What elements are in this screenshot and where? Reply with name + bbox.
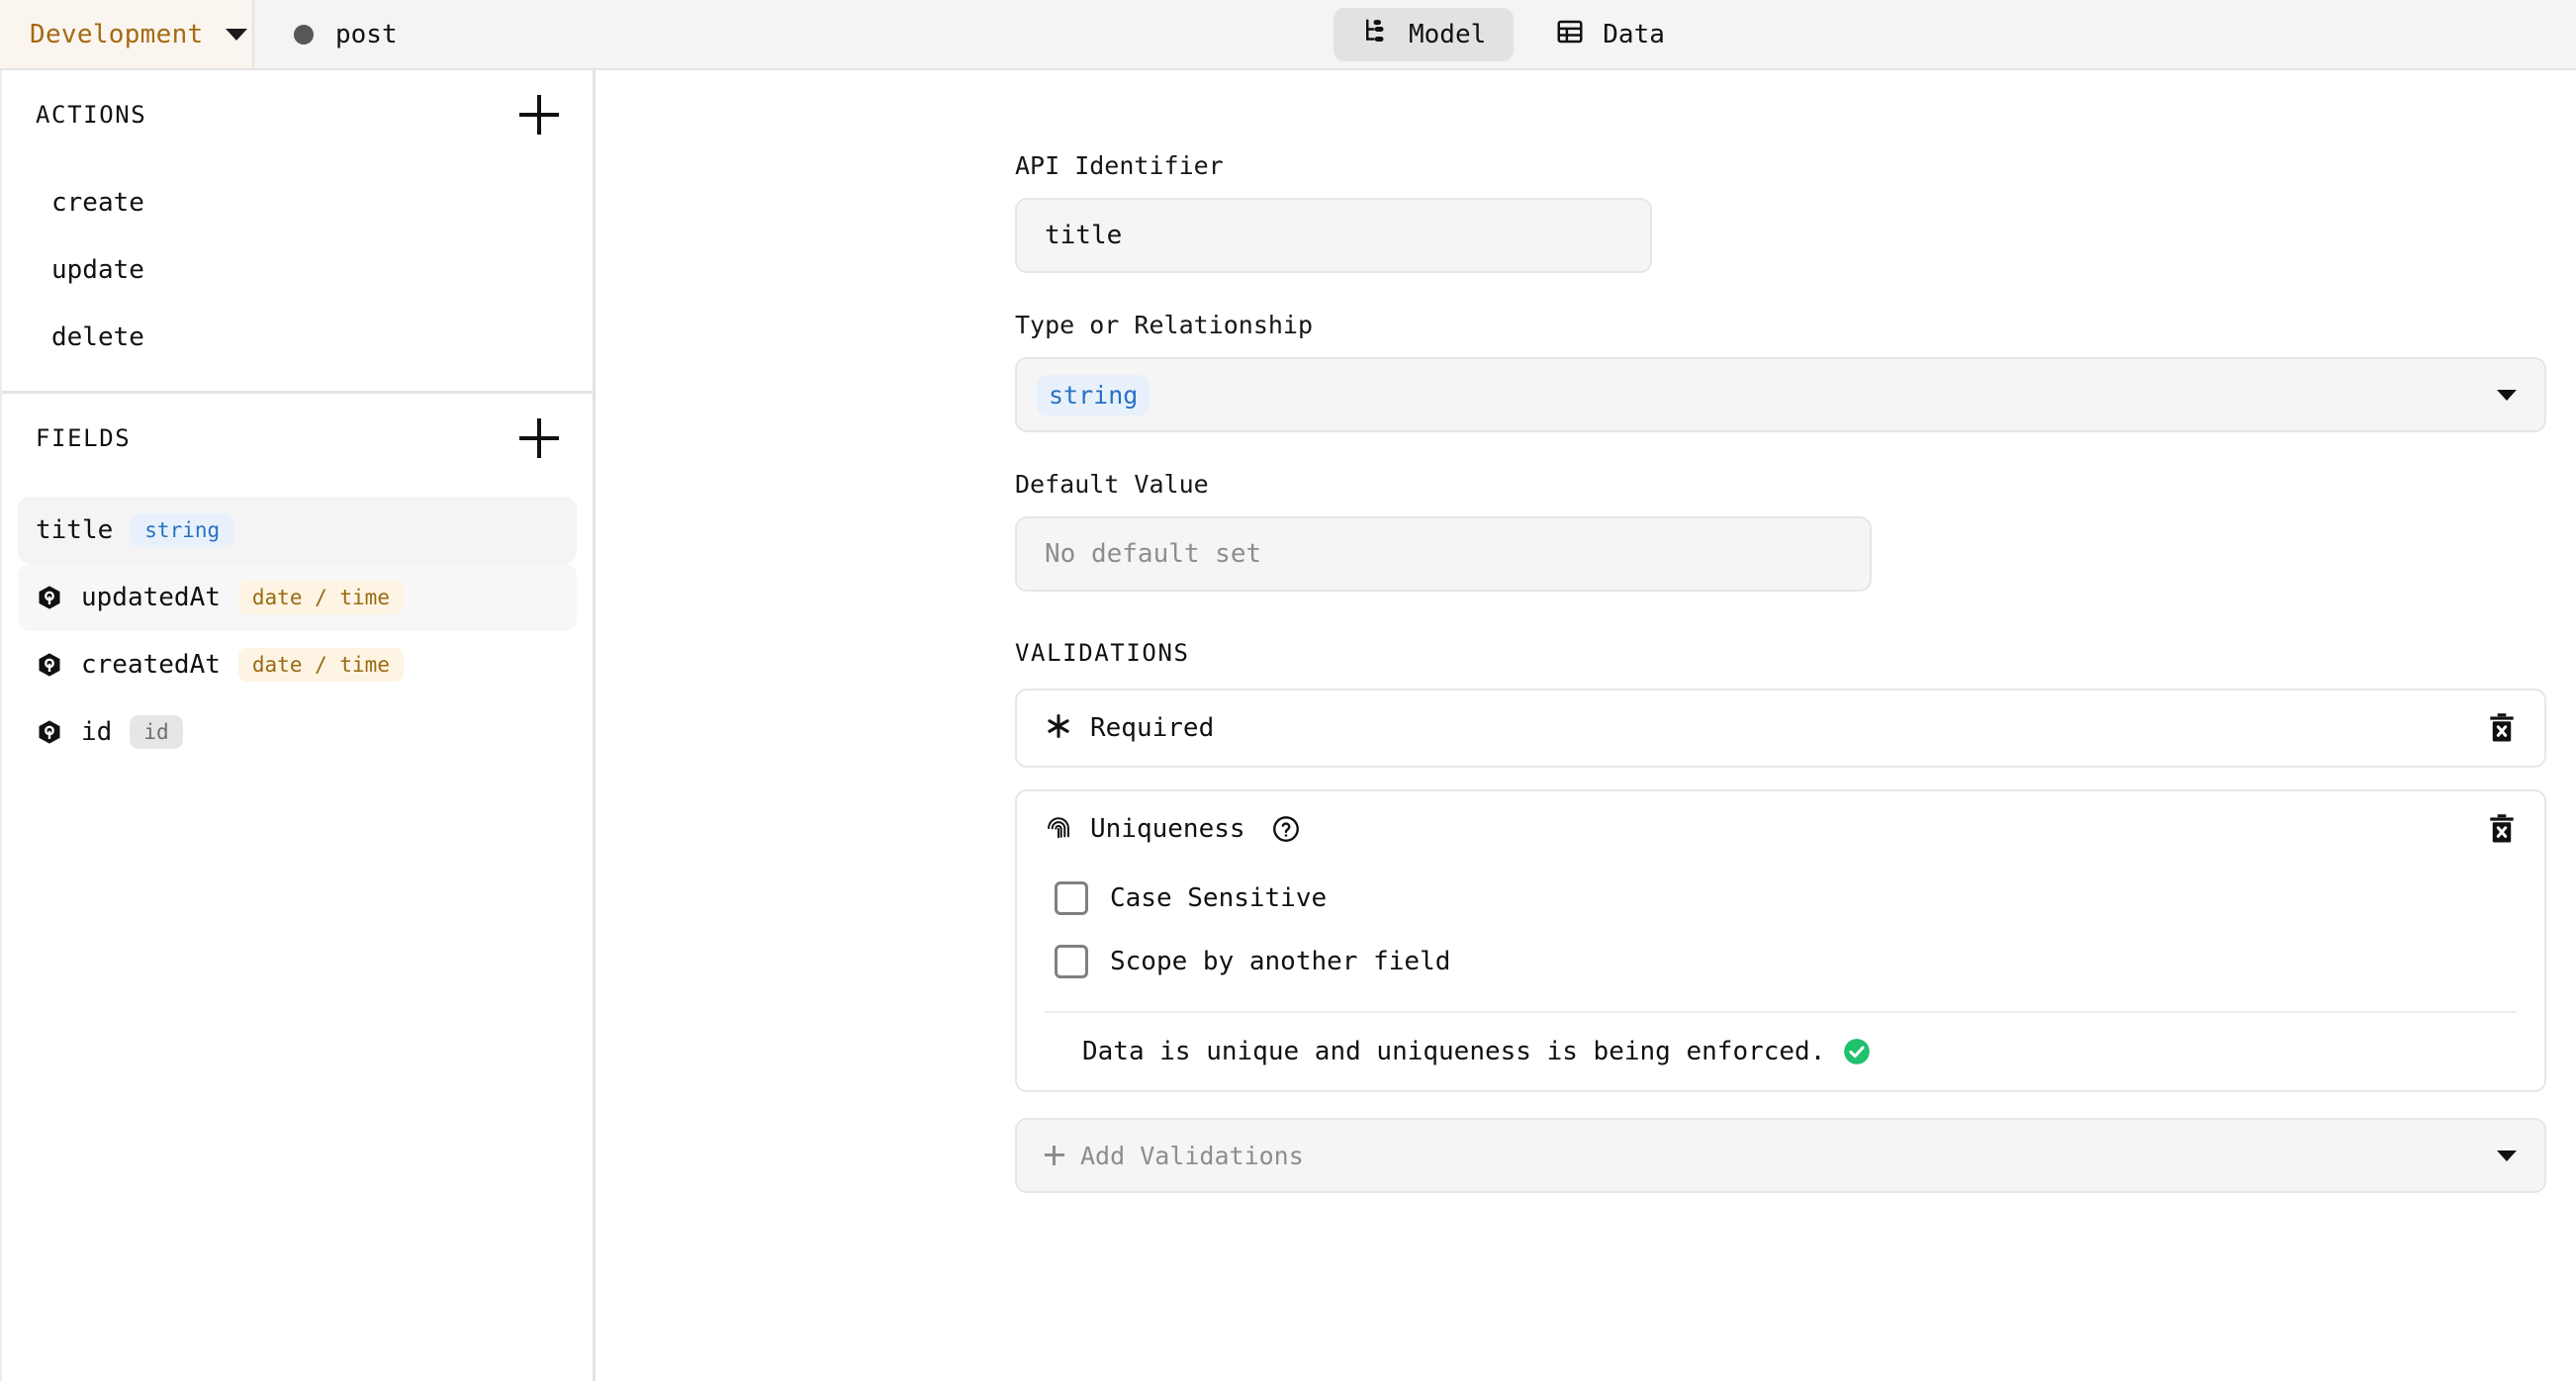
status-dot-icon	[294, 24, 314, 45]
action-item-update[interactable]: update	[18, 236, 577, 304]
app-root: Development post Model Data ACTIONS crea…	[0, 0, 2576, 1381]
model-name-label: post	[335, 19, 398, 49]
field-item-updatedAt[interactable]: updatedAt date / time	[18, 564, 577, 631]
api-identifier-label: API Identifier	[1015, 151, 1224, 180]
validation-required-header: Required	[1017, 690, 2544, 766]
hierarchy-icon	[1361, 17, 1391, 53]
validation-uniqueness-label: Uniqueness	[1090, 814, 1245, 844]
add-validations-label: Add Validations	[1080, 1141, 1304, 1170]
environment-selector[interactable]: Development	[0, 0, 254, 68]
add-action-button[interactable]	[519, 95, 559, 135]
view-tabs: Model Data	[1334, 8, 1693, 61]
checkbox-scope-by-another-field[interactable]	[1055, 945, 1088, 978]
default-value-placeholder: No default set	[1045, 539, 1262, 569]
checkbox-case-sensitive-label: Case Sensitive	[1110, 883, 1328, 913]
validation-card-uniqueness: Uniqueness Case Sensitive Scope by anoth…	[1015, 789, 2546, 1092]
tab-data-label: Data	[1603, 20, 1665, 49]
add-validations-select[interactable]: Add Validations	[1015, 1118, 2546, 1193]
chevron-down-icon	[225, 28, 247, 41]
tab-model[interactable]: Model	[1334, 8, 1515, 61]
chevron-down-icon	[2497, 389, 2517, 401]
trash-icon[interactable]	[2487, 712, 2517, 744]
main-content: API Identifier title Type or Relationshi…	[596, 70, 2576, 1381]
fields-panel-header: FIELDS	[2, 394, 593, 483]
field-type-badge: date / time	[237, 581, 404, 614]
sidebar: ACTIONS create update delete FIELDS titl…	[0, 70, 596, 1381]
actions-panel-header: ACTIONS	[2, 70, 593, 159]
checkbox-scope-label: Scope by another field	[1110, 947, 1451, 976]
type-or-relationship-select[interactable]: string	[1015, 357, 2546, 432]
system-field-cube-icon	[36, 584, 63, 611]
check-circle-icon	[1843, 1038, 1871, 1065]
fields-list: title string updatedAt date / time creat…	[2, 483, 593, 766]
uniqueness-status-row: Data is unique and uniqueness is being e…	[1017, 1013, 2544, 1090]
checkbox-row-scope-by-another-field[interactable]: Scope by another field	[1017, 930, 2544, 993]
api-identifier-input[interactable]: title	[1015, 198, 1652, 273]
field-name-label: title	[36, 515, 114, 545]
checkbox-row-case-sensitive[interactable]: Case Sensitive	[1017, 867, 2544, 930]
validation-uniqueness-header: Uniqueness	[1017, 791, 2544, 867]
uniqueness-status-text: Data is unique and uniqueness is being e…	[1082, 1037, 1826, 1066]
action-label: delete	[51, 322, 144, 352]
field-item-title[interactable]: title string	[18, 497, 577, 564]
chevron-down-icon	[2497, 1150, 2517, 1161]
fingerprint-icon	[1045, 813, 1072, 845]
default-value-label: Default Value	[1015, 470, 1209, 499]
field-item-createdAt[interactable]: createdAt date / time	[18, 631, 577, 698]
asterisk-icon	[1045, 712, 1072, 744]
action-label: update	[51, 255, 144, 285]
field-type-badge: string	[131, 513, 234, 547]
validation-card-required: Required	[1015, 689, 2546, 768]
table-icon	[1555, 17, 1585, 53]
action-item-delete[interactable]: delete	[18, 304, 577, 371]
fields-title: FIELDS	[36, 424, 132, 452]
fields-panel: FIELDS title string updatedAt date / tim…	[2, 394, 593, 766]
help-circle-icon[interactable]	[1271, 814, 1301, 844]
top-bar: Development post Model Data	[0, 0, 2576, 70]
environment-label: Development	[30, 19, 204, 49]
add-field-button[interactable]	[519, 418, 559, 458]
validation-required-left: Required	[1045, 712, 1214, 744]
action-label: create	[51, 188, 144, 218]
field-name-label: createdAt	[81, 650, 221, 680]
api-identifier-value: title	[1045, 221, 1123, 250]
field-type-badge: id	[130, 715, 183, 749]
field-type-badge: date / time	[237, 648, 404, 682]
system-field-cube-icon	[36, 718, 63, 746]
action-item-create[interactable]: create	[18, 169, 577, 236]
actions-title: ACTIONS	[36, 101, 147, 129]
current-model-chip[interactable]: post	[254, 0, 398, 68]
validations-title: VALIDATIONS	[1015, 639, 1190, 667]
tab-model-label: Model	[1409, 20, 1487, 49]
actions-list: create update delete	[2, 159, 593, 377]
add-validations-left: Add Validations	[1045, 1142, 1304, 1170]
field-name-label: id	[81, 717, 113, 747]
trash-icon[interactable]	[2487, 813, 2517, 845]
selected-type-badge: string	[1037, 374, 1150, 415]
validation-uniqueness-left: Uniqueness	[1045, 813, 1301, 845]
actions-panel: ACTIONS create update delete	[2, 70, 593, 394]
system-field-cube-icon	[36, 651, 63, 679]
default-value-input[interactable]: No default set	[1015, 516, 1872, 592]
tab-data[interactable]: Data	[1527, 8, 1693, 61]
field-item-id[interactable]: id id	[18, 698, 577, 766]
plus-icon	[1045, 1146, 1064, 1165]
field-name-label: updatedAt	[81, 583, 221, 612]
type-or-relationship-label: Type or Relationship	[1015, 311, 1314, 339]
validation-required-label: Required	[1090, 713, 1215, 743]
field-editor-form: API Identifier title Type or Relationshi…	[1015, 151, 2546, 1193]
checkbox-case-sensitive[interactable]	[1055, 881, 1088, 915]
